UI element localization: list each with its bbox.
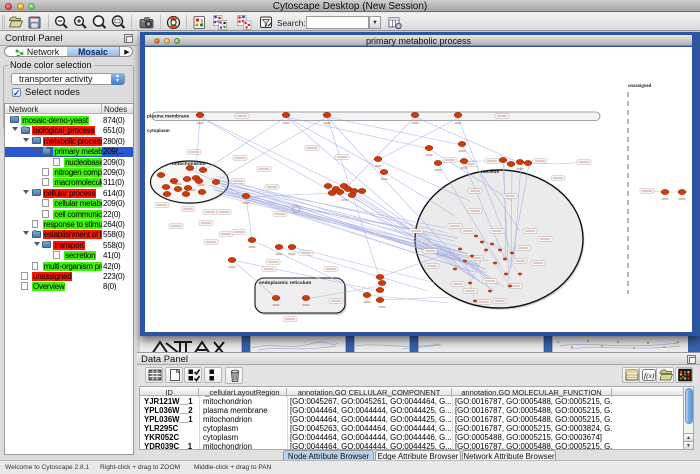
svg-text:nucleus: nucleus [481,169,499,175]
svg-text:unassigned: unassigned [628,83,652,88]
svg-text:endoplasmic reticulum: endoplasmic reticulum [259,280,311,286]
svg-text:f(x): f(x) [644,371,655,380]
svg-text:plasma membrane: plasma membrane [147,114,189,120]
svg-text:mitochondrion: mitochondrion [172,161,206,167]
svg-text:cytoplasm: cytoplasm [147,128,170,133]
